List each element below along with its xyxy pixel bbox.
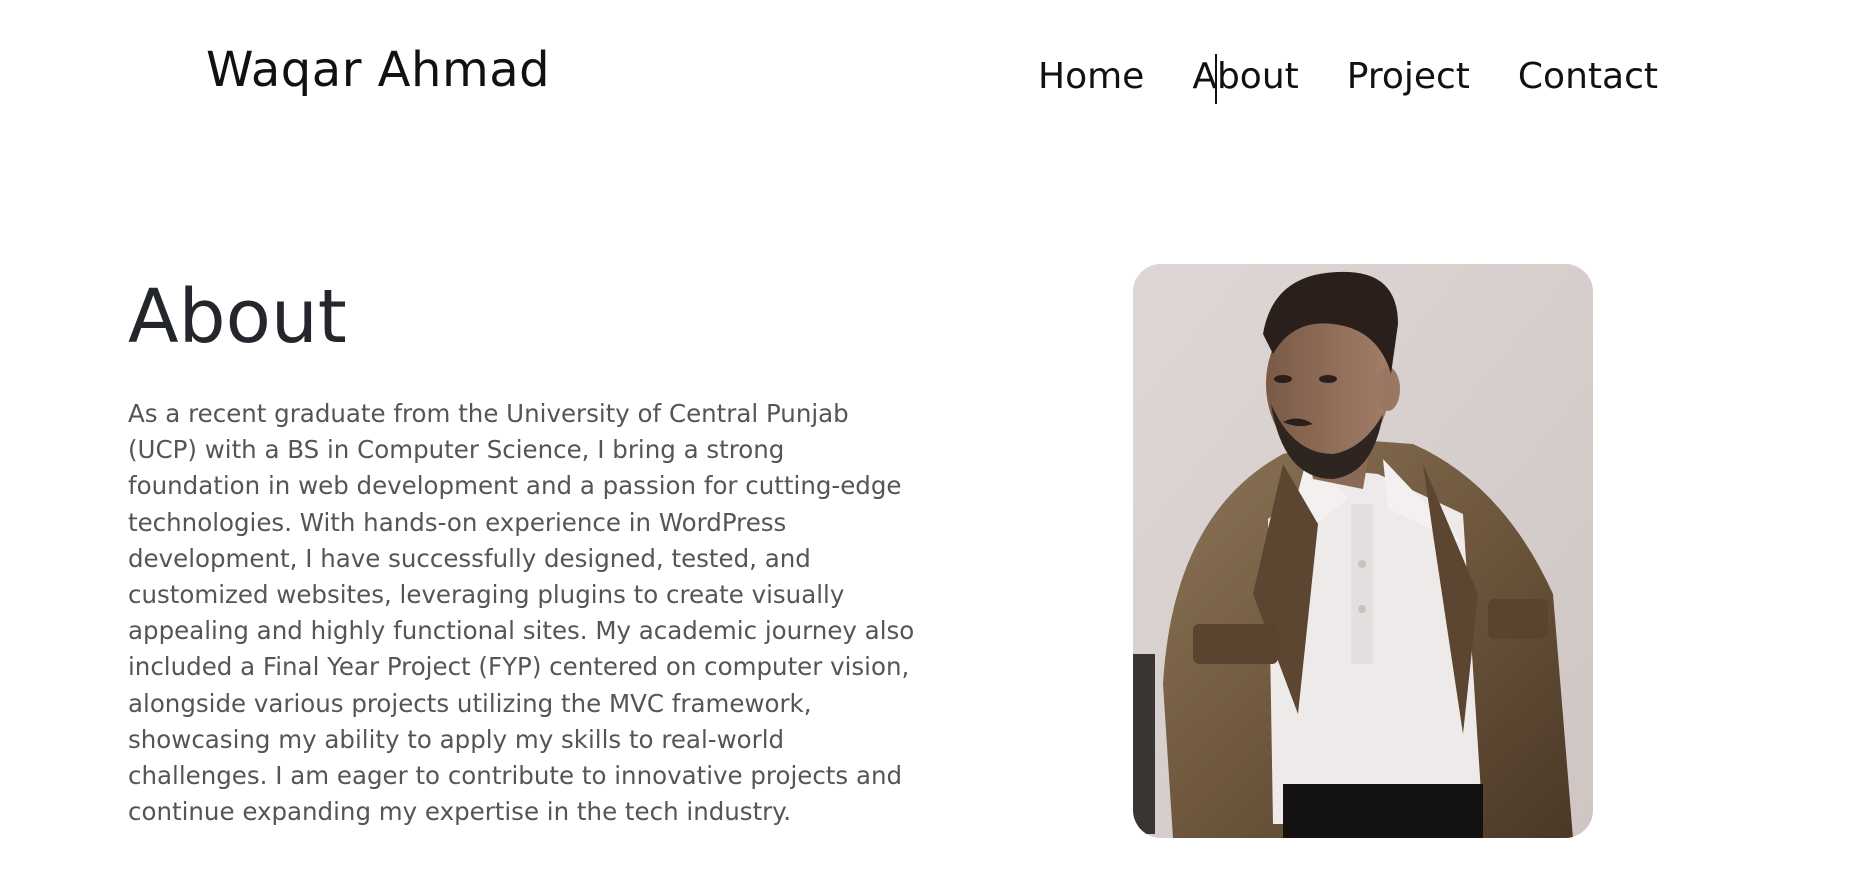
site-brand[interactable]: Waqar Ahmad [206,42,550,98]
nav-contact[interactable]: Contact [1518,56,1658,97]
about-title: About [128,274,347,360]
nav-about[interactable]: About [1192,54,1299,104]
about-description: As a recent graduate from the University… [128,399,915,827]
profile-photo [1133,264,1593,838]
nav-project[interactable]: Project [1347,56,1470,97]
nav-about-label: About [1192,56,1299,97]
nav-home[interactable]: Home [1038,56,1144,97]
text-cursor [1215,54,1218,104]
profile-portrait [1133,264,1593,838]
main-nav: Home About Project Contact [1038,54,1658,104]
